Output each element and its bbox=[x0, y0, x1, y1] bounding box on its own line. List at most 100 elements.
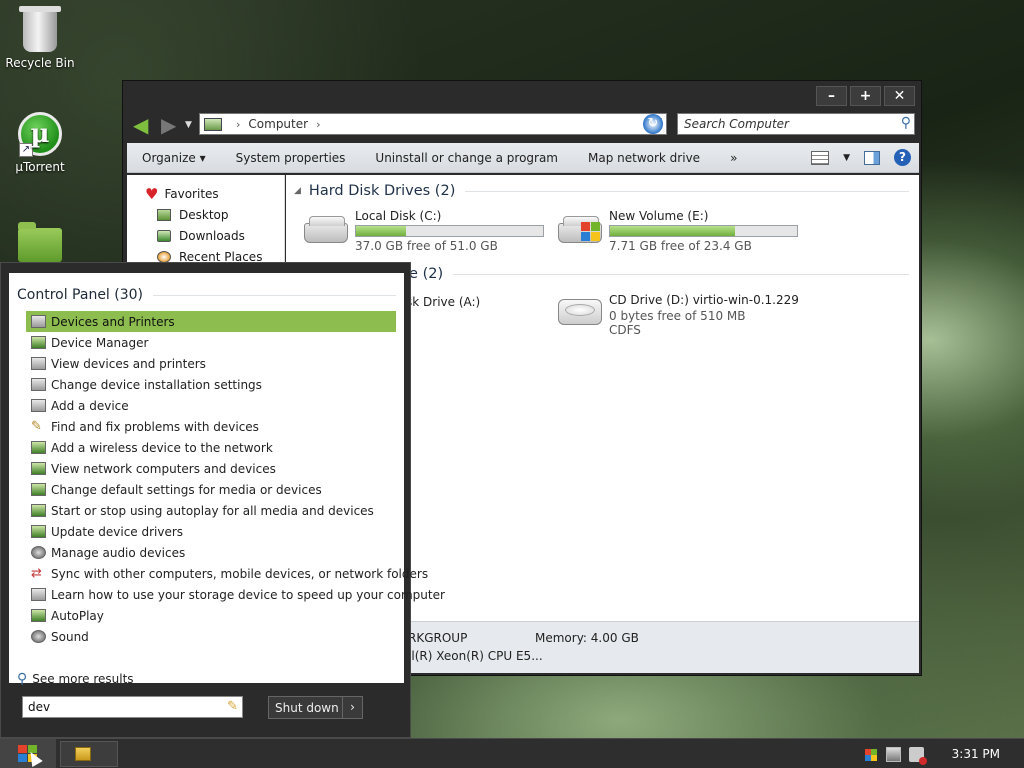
nav-item-favorites[interactable]: ♥ Favorites bbox=[127, 183, 284, 204]
desktop-icon-label: Recycle Bin bbox=[5, 56, 75, 70]
search-result-item[interactable]: AutoPlay bbox=[26, 605, 396, 626]
search-result-item[interactable]: Add a wireless device to the network bbox=[26, 437, 396, 458]
group-divider bbox=[465, 190, 909, 192]
search-result-label: Start or stop using autoplay for all med… bbox=[51, 503, 374, 518]
help-icon[interactable]: ? bbox=[894, 149, 911, 166]
results-category-header[interactable]: Control Panel (30) bbox=[9, 273, 404, 309]
more-commands-button[interactable]: » bbox=[715, 151, 752, 165]
search-result-item[interactable]: ⇄ Sync with other computers, mobile devic… bbox=[26, 563, 428, 584]
breadcrumb-separator[interactable]: › bbox=[316, 118, 320, 131]
preview-pane-icon[interactable] bbox=[864, 150, 880, 165]
back-arrow-icon[interactable]: ◀ bbox=[133, 114, 155, 136]
search-result-item[interactable]: Update device drivers bbox=[26, 521, 396, 542]
search-placeholder: Search Computer bbox=[684, 117, 789, 131]
search-result-label: Manage audio devices bbox=[51, 545, 186, 560]
nav-item-downloads[interactable]: Downloads bbox=[127, 225, 284, 246]
search-result-item[interactable]: View network computers and devices bbox=[26, 458, 396, 479]
computer-icon bbox=[204, 117, 222, 131]
desktop-icon-folder[interactable] bbox=[0, 220, 80, 266]
collapse-arrow-icon[interactable]: ◢ bbox=[294, 186, 301, 196]
system-properties-button[interactable]: System properties bbox=[221, 151, 361, 165]
change-view-icon[interactable] bbox=[811, 150, 830, 165]
autoplay-icon bbox=[31, 504, 46, 517]
organize-button[interactable]: Organize ▾ bbox=[127, 151, 221, 165]
drive-item-d[interactable]: CD Drive (D:) virtio-win-0.1.229 0 bytes… bbox=[558, 293, 799, 337]
search-result-item[interactable]: Learn how to use your storage device to … bbox=[26, 584, 445, 605]
shut-down-options-chevron-icon[interactable]: › bbox=[342, 697, 362, 718]
drive-item-c[interactable]: Local Disk (C:) 37.0 GB free of 51.0 GB bbox=[304, 209, 544, 253]
see-more-results-link[interactable]: ⚲ See more results bbox=[17, 671, 134, 687]
action-center-flag-icon[interactable] bbox=[863, 747, 878, 762]
search-result-label: View devices and printers bbox=[51, 356, 206, 371]
search-result-item[interactable]: Add a device bbox=[26, 395, 396, 416]
volume-muted-icon[interactable] bbox=[908, 746, 927, 765]
search-result-item[interactable]: ✎ Find and fix problems with devices bbox=[26, 416, 396, 437]
shut-down-label: Shut down bbox=[275, 700, 339, 715]
search-result-label: Find and fix problems with devices bbox=[51, 419, 259, 434]
search-result-item[interactable]: View devices and printers bbox=[26, 353, 396, 374]
view-dropdown-icon[interactable]: ▼ bbox=[843, 153, 850, 163]
search-result-item[interactable]: Change default settings for media or dev… bbox=[26, 479, 396, 500]
speaker-icon bbox=[31, 546, 46, 559]
search-result-item[interactable]: Sound bbox=[26, 626, 396, 647]
printer-icon bbox=[31, 399, 46, 412]
search-result-item[interactable]: Device Manager bbox=[26, 332, 396, 353]
see-more-label: See more results bbox=[32, 672, 134, 686]
group-divider bbox=[453, 273, 909, 275]
breadcrumb-separator: › bbox=[236, 117, 241, 131]
speaker-icon bbox=[31, 630, 46, 643]
search-icon[interactable]: ⚲ bbox=[901, 115, 911, 131]
group-title: Hard Disk Drives (2) bbox=[308, 183, 456, 199]
desktop-icon-recycle-bin[interactable]: Recycle Bin bbox=[0, 6, 80, 70]
printer-icon bbox=[31, 357, 46, 370]
search-input[interactable]: Search Computer ⚲ bbox=[677, 113, 915, 135]
favorites-heart-icon: ♥ bbox=[145, 184, 159, 203]
group-header-hard-disk-drives[interactable]: ◢ Hard Disk Drives (2) bbox=[294, 183, 909, 199]
drive-name: New Volume (E:) bbox=[609, 209, 709, 223]
refresh-icon[interactable]: ↻ bbox=[643, 114, 663, 134]
shortcut-arrow-icon: ↗ bbox=[19, 143, 33, 157]
system-tray: 3:31 PM bbox=[863, 739, 1024, 768]
drive-item-a[interactable]: sk Drive (A:) bbox=[406, 295, 480, 311]
readyboost-icon bbox=[31, 588, 46, 601]
results-list: Devices and Printers Device Manager View d… bbox=[9, 311, 445, 647]
wrench-icon: ✎ bbox=[31, 419, 42, 434]
command-bar: Organize ▾ System properties Uninstall o… bbox=[127, 143, 919, 173]
taskbar-clock[interactable]: 3:31 PM bbox=[952, 747, 1000, 761]
desktop-icon-utorrent[interactable]: ↗ µTorrent bbox=[0, 112, 80, 174]
nav-item-desktop[interactable]: Desktop bbox=[127, 204, 284, 225]
search-result-label: Add a device bbox=[51, 398, 129, 413]
drive-usage-fill bbox=[356, 226, 407, 236]
map-network-drive-button[interactable]: Map network drive bbox=[573, 151, 715, 165]
taskbar-explorer-button[interactable] bbox=[60, 741, 118, 767]
printer-icon bbox=[31, 315, 46, 328]
forward-arrow-icon[interactable]: ▶ bbox=[161, 114, 183, 136]
drive-name: Local Disk (C:) bbox=[355, 209, 442, 223]
search-result-label: Device Manager bbox=[51, 335, 149, 350]
maximize-button[interactable]: + bbox=[850, 86, 881, 106]
network-icon[interactable] bbox=[885, 746, 901, 762]
breadcrumb-computer[interactable]: Computer bbox=[248, 117, 308, 131]
search-result-item[interactable]: Start or stop using autoplay for all med… bbox=[26, 500, 396, 521]
explorer-folder-icon bbox=[75, 747, 91, 761]
address-bar[interactable]: › Computer › ▼ bbox=[199, 113, 667, 135]
drive-item-e[interactable]: New Volume (E:) 7.71 GB free of 23.4 GB bbox=[558, 209, 798, 253]
clear-search-icon[interactable]: ✎ bbox=[227, 699, 238, 714]
search-result-item[interactable]: Manage audio devices bbox=[26, 542, 396, 563]
autoplay-icon bbox=[31, 483, 46, 496]
drive-free-space: 7.71 GB free of 23.4 GB bbox=[609, 239, 752, 253]
recent-pages-dropdown-icon[interactable]: ▼ bbox=[185, 120, 192, 130]
minimize-button[interactable]: – bbox=[816, 86, 847, 106]
uninstall-program-button[interactable]: Uninstall or change a program bbox=[360, 151, 573, 165]
search-result-item[interactable]: Devices and Printers bbox=[26, 311, 396, 332]
close-button[interactable]: ✕ bbox=[884, 86, 915, 106]
category-title: Control Panel (30) bbox=[17, 287, 144, 303]
search-result-item[interactable]: Change device installation settings bbox=[26, 374, 396, 395]
category-divider bbox=[153, 294, 396, 296]
search-result-label: Update device drivers bbox=[51, 524, 184, 539]
nav-item-label: Downloads bbox=[179, 228, 245, 243]
start-search-input[interactable]: dev ✎ bbox=[22, 696, 243, 718]
start-button[interactable] bbox=[0, 739, 56, 768]
shut-down-button[interactable]: Shut down › bbox=[268, 696, 363, 719]
search-result-label: Change device installation settings bbox=[51, 377, 262, 392]
